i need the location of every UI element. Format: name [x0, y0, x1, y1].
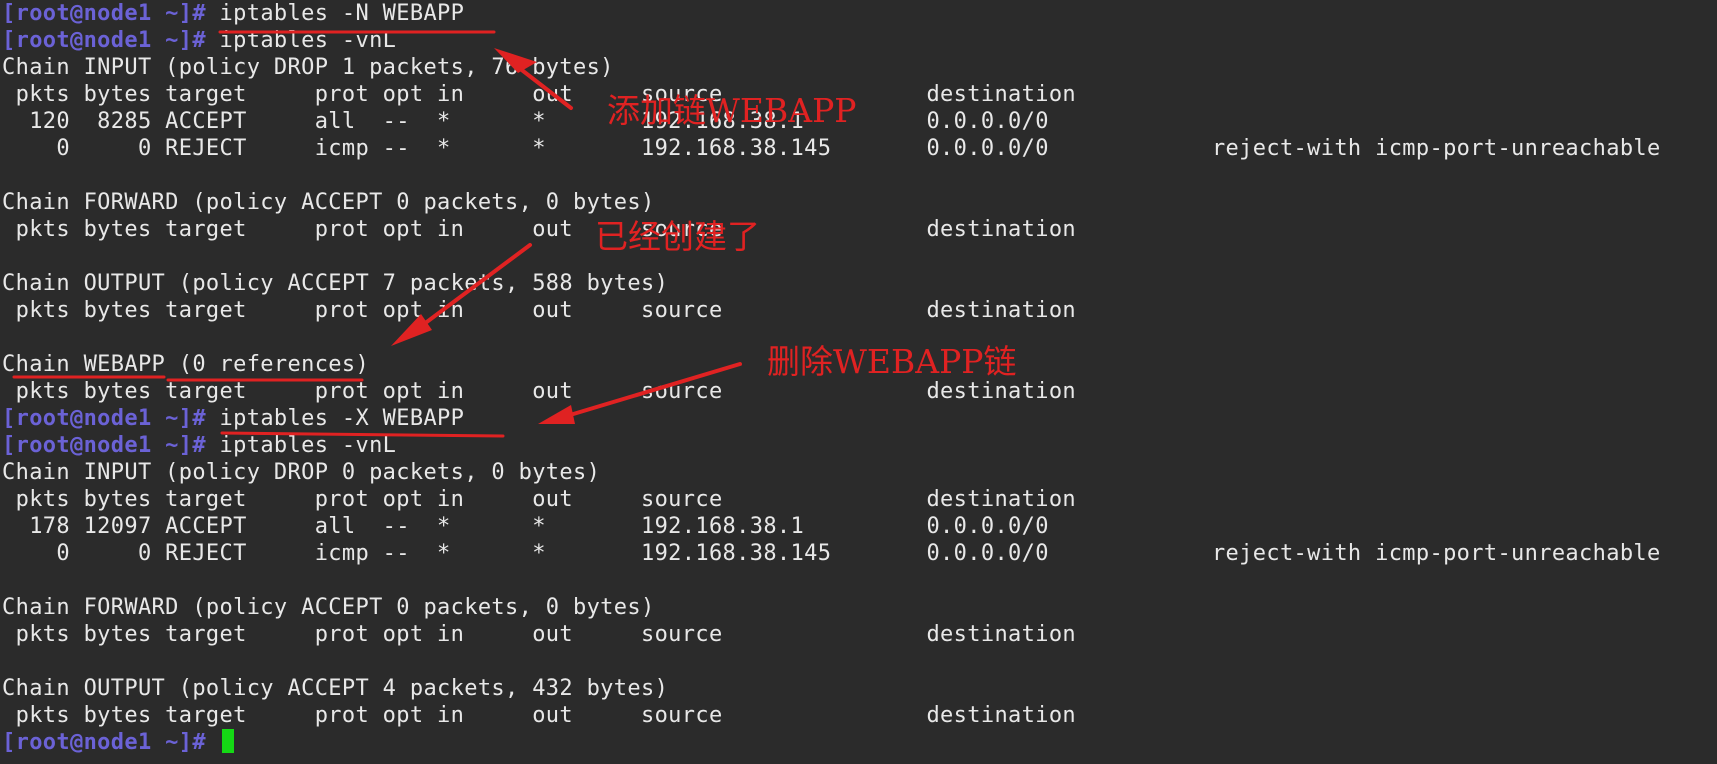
shell-prompt: [root@node1 ~]#: [2, 1, 206, 26]
terminal-command-line[interactable]: [root@node1 ~]# iptables -X WEBAPP: [2, 405, 1661, 432]
terminal-output-text: Chain WEBAPP (0 references): [2, 352, 370, 377]
terminal-output-text: Chain INPUT (policy DROP 0 packets, 0 by…: [2, 460, 601, 485]
shell-prompt: [root@node1 ~]#: [2, 730, 206, 755]
shell-command-text: iptables -N WEBAPP: [205, 1, 465, 26]
shell-prompt: [root@node1 ~]#: [2, 433, 206, 458]
terminal-output-text: 120 8285 ACCEPT all -- * * 192.168.38.1 …: [2, 109, 1049, 134]
terminal-output-line: pkts bytes target prot opt in out source…: [2, 378, 1661, 405]
terminal-output-text: Chain FORWARD (policy ACCEPT 0 packets, …: [2, 190, 655, 215]
terminal-output-line: pkts bytes target prot opt in out source…: [2, 216, 1661, 243]
terminal-output-line: Chain FORWARD (policy ACCEPT 0 packets, …: [2, 189, 1661, 216]
terminal-window[interactable]: [root@node1 ~]# iptables -N WEBAPP [root@…: [0, 0, 1717, 760]
shell-command-text: iptables -vnL: [205, 433, 397, 458]
terminal-output-text: pkts bytes target prot opt in out source…: [2, 82, 1077, 107]
terminal-output-line: 0 0 REJECT icmp -- * * 192.168.38.145 0.…: [2, 135, 1661, 162]
terminal-output-line: Chain OUTPUT (policy ACCEPT 7 packets, 5…: [2, 270, 1661, 297]
terminal-output-text: Chain FORWARD (policy ACCEPT 0 packets, …: [2, 595, 655, 620]
shell-command-text: iptables -vnL: [205, 28, 397, 53]
terminal-output-line: Chain INPUT (policy DROP 0 packets, 0 by…: [2, 459, 1661, 486]
terminal-output-line: 120 8285 ACCEPT all -- * * 192.168.38.1 …: [2, 108, 1661, 135]
terminal-output-line: Chain INPUT (policy DROP 1 packets, 76 b…: [2, 54, 1661, 81]
shell-prompt: [root@node1 ~]#: [2, 406, 206, 431]
terminal-output-line: pkts bytes target prot opt in out source…: [2, 621, 1661, 648]
terminal-output-text: 0 0 REJECT icmp -- * * 192.168.38.145 0.…: [2, 136, 1661, 161]
terminal-output-text: Chain OUTPUT (policy ACCEPT 7 packets, 5…: [2, 271, 669, 296]
terminal-output-line: 0 0 REJECT icmp -- * * 192.168.38.145 0.…: [2, 540, 1661, 567]
terminal-output-text: pkts bytes target prot opt in out source…: [2, 379, 1077, 404]
terminal-output-text: 0 0 REJECT icmp -- * * 192.168.38.145 0.…: [2, 541, 1661, 566]
terminal-output-text: Chain OUTPUT (policy ACCEPT 4 packets, 4…: [2, 676, 669, 701]
terminal-output-line: Chain OUTPUT (policy ACCEPT 4 packets, 4…: [2, 675, 1661, 702]
terminal-output-text: 178 12097 ACCEPT all -- * * 192.168.38.1…: [2, 514, 1049, 539]
terminal-command-line[interactable]: [root@node1 ~]# iptables -vnL: [2, 432, 1661, 459]
terminal-output-text: pkts bytes target prot opt in out source…: [2, 622, 1077, 647]
terminal-command-line[interactable]: [root@node1 ~]# iptables -vnL: [2, 27, 1661, 54]
terminal-command-line[interactable]: [root@node1 ~]# iptables -N WEBAPP: [2, 0, 1661, 27]
terminal-output-text: Chain INPUT (policy DROP 1 packets, 76 b…: [2, 55, 614, 80]
terminal-output: [root@node1 ~]# iptables -N WEBAPP [root@…: [2, 0, 1661, 756]
terminal-output-line: Chain WEBAPP (0 references): [2, 351, 1661, 378]
terminal-output-text: pkts bytes target prot opt in out source…: [2, 703, 1077, 728]
terminal-output-line: pkts bytes target prot opt in out source…: [2, 81, 1661, 108]
text-cursor[interactable]: [221, 729, 234, 753]
terminal-command-line[interactable]: [root@node1 ~]#: [2, 729, 1661, 756]
shell-command-text: [206, 730, 220, 755]
terminal-output-line: 178 12097 ACCEPT all -- * * 192.168.38.1…: [2, 513, 1661, 540]
terminal-output-text: pkts bytes target prot opt in out source…: [2, 487, 1077, 512]
shell-prompt: [root@node1 ~]#: [2, 28, 206, 53]
shell-command-text: iptables -X WEBAPP: [205, 406, 465, 431]
terminal-output-text: pkts bytes target prot opt in out source…: [2, 298, 1077, 323]
terminal-output-line: Chain FORWARD (policy ACCEPT 0 packets, …: [2, 594, 1661, 621]
terminal-output-text: pkts bytes target prot opt in out source…: [2, 217, 1077, 242]
terminal-output-line: pkts bytes target prot opt in out source…: [2, 486, 1661, 513]
terminal-output-line: pkts bytes target prot opt in out source…: [2, 297, 1661, 324]
terminal-output-line: pkts bytes target prot opt in out source…: [2, 702, 1661, 729]
